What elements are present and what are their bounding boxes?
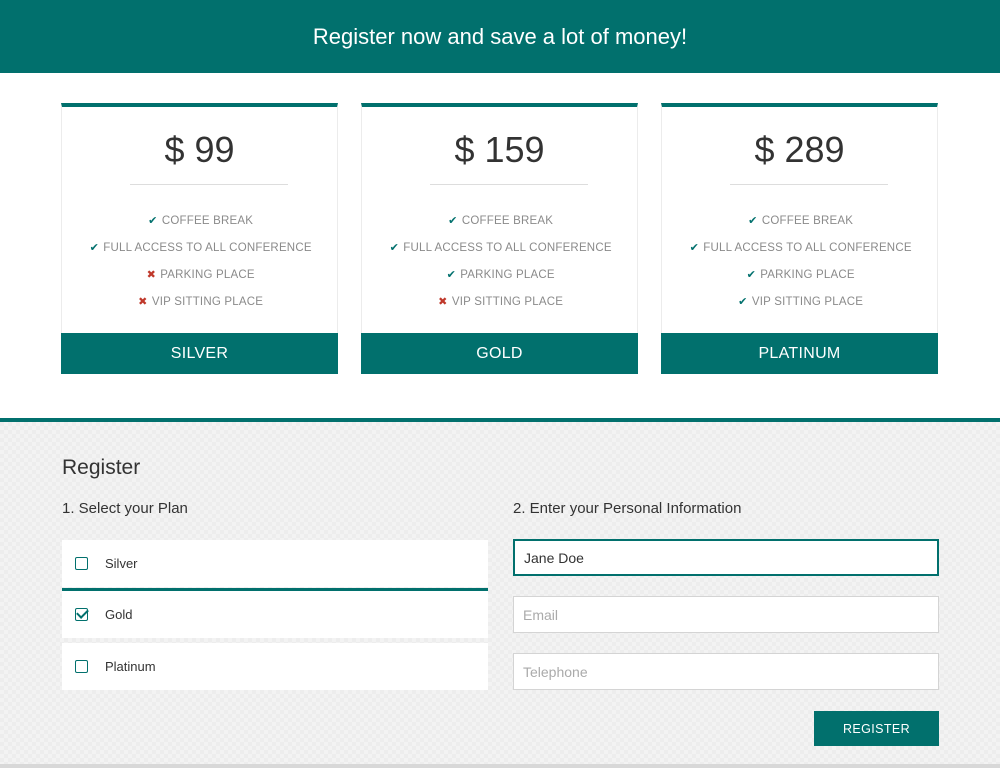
checkbox[interactable] [75,557,88,570]
feature-label: COFFEE BREAK [761,214,854,227]
feature-label: PARKING PLACE [760,268,855,281]
register-section: Register 1. Select your Plan 2. Enter yo… [0,418,1000,768]
feature-label: FULL ACCESS TO ALL CONFERENCE [703,241,912,254]
check-icon: ✔ [748,215,758,227]
price: $ 99 [164,129,235,170]
feature-item: ✔ PARKING PLACE [662,261,937,288]
banner-text: Register now and save a lot of money! [312,23,688,49]
plan-option-silver[interactable]: Silver [62,540,488,587]
email-input[interactable] [513,596,939,633]
feature-item: ✔ FULL ACCESS TO ALL CONFERENCE [362,234,637,261]
gold-plan-button[interactable]: GOLD [361,333,638,374]
check-icon: ✔ [738,296,748,308]
check-icon: ✔ [389,242,399,254]
telephone-input[interactable] [513,653,939,690]
divider [730,184,888,185]
feature-item: ✔ VIP SITTING PLACE [662,288,937,315]
bottom-divider [0,764,1000,768]
divider [430,184,588,185]
price: $ 159 [454,129,545,170]
checkbox-checked[interactable] [75,608,88,621]
check-icon: ✔ [746,269,756,281]
feature-item: ✖ VIP SITTING PLACE [62,288,337,315]
plan-option-label: Platinum [105,659,156,674]
header-banner: Register now and save a lot of money! [0,0,1000,73]
feature-item: ✔ FULL ACCESS TO ALL CONFERENCE [62,234,337,261]
check-icon: ✔ [446,269,456,281]
cross-icon: ✖ [438,296,448,308]
pricing-section: $ 99 ✔ COFFEE BREAK ✔ FULL ACCESS TO ALL C… [0,73,1000,418]
cross-icon: ✖ [138,296,148,308]
feature-label: FULL ACCESS TO ALL CONFERENCE [403,241,612,254]
silver-plan-button[interactable]: SILVER [61,333,338,374]
cross-icon: ✖ [146,269,156,281]
checkbox[interactable] [75,660,88,673]
register-title: Register [62,456,141,479]
feature-item: ✔ COFFEE BREAK [62,207,337,234]
check-icon: ✔ [689,242,699,254]
plan-option-gold[interactable]: Gold [62,588,488,638]
personal-info-heading: 2. Enter your Personal Information [513,500,742,517]
feature-item: ✔ FULL ACCESS TO ALL CONFERENCE [662,234,937,261]
feature-list: ✔ COFFEE BREAK ✔ FULL ACCESS TO ALL CONFER… [362,207,637,315]
select-plan-heading: 1. Select your Plan [62,500,188,517]
feature-label: VIP SITTING PLACE [751,295,864,308]
feature-item: ✔ COFFEE BREAK [662,207,937,234]
feature-item: ✔ PARKING PLACE [362,261,637,288]
feature-label: FULL ACCESS TO ALL CONFERENCE [103,241,312,254]
feature-list: ✔ COFFEE BREAK ✔ FULL ACCESS TO ALL CONFER… [662,207,937,315]
check-icon: ✔ [448,215,458,227]
plan-option-label: Silver [105,556,138,571]
feature-label: VIP SITTING PLACE [451,295,564,308]
check-icon: ✔ [148,215,158,227]
feature-item: ✖ PARKING PLACE [62,261,337,288]
feature-label: VIP SITTING PLACE [151,295,264,308]
divider [130,184,288,185]
feature-label: PARKING PLACE [460,268,555,281]
check-icon: ✔ [89,242,99,254]
feature-label: PARKING PLACE [160,268,255,281]
feature-list: ✔ COFFEE BREAK ✔ FULL ACCESS TO ALL CONFER… [62,207,337,315]
register-button[interactable]: REGISTER [814,711,939,746]
feature-item: ✔ COFFEE BREAK [362,207,637,234]
plan-option-platinum[interactable]: Platinum [62,643,488,690]
platinum-plan-button[interactable]: PLATINUM [661,333,938,374]
name-input[interactable] [513,539,939,576]
feature-label: COFFEE BREAK [161,214,254,227]
feature-item: ✖ VIP SITTING PLACE [362,288,637,315]
plan-option-label: Gold [105,607,133,622]
price: $ 289 [754,129,845,170]
feature-label: COFFEE BREAK [461,214,554,227]
